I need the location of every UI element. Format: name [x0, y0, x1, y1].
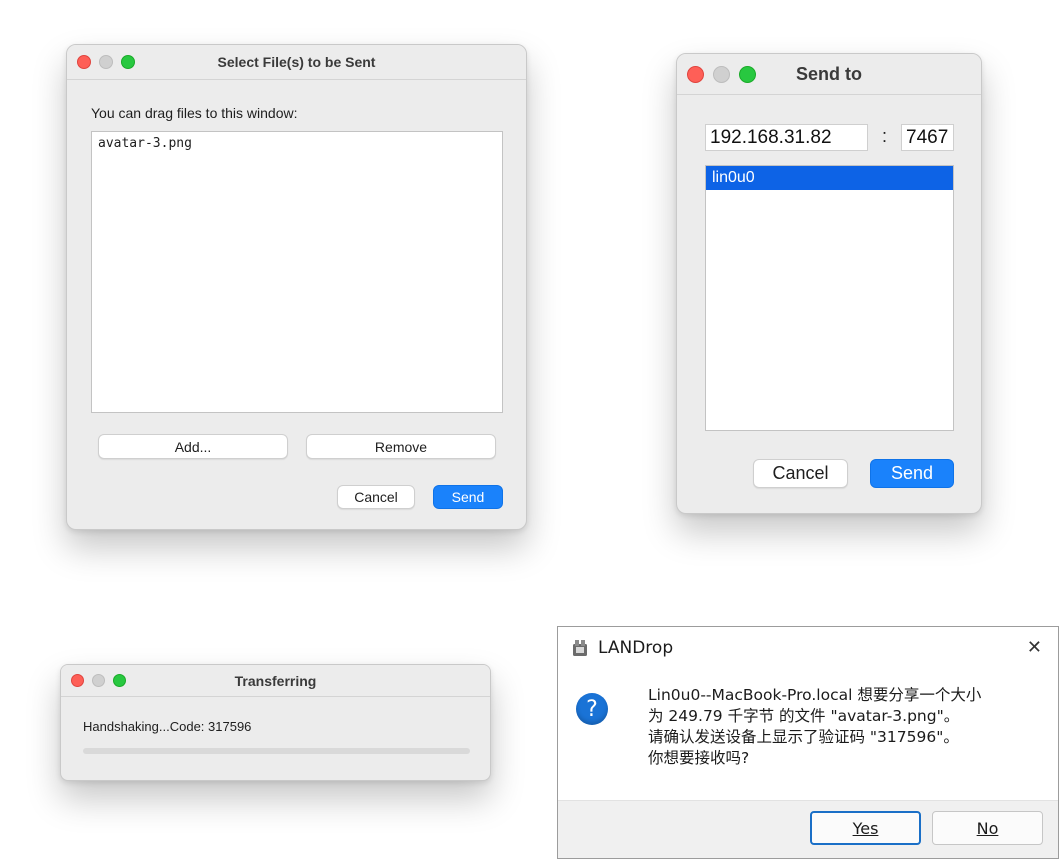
file-list[interactable]: avatar-3.png: [91, 131, 503, 413]
question-glyph: ?: [586, 696, 598, 722]
list-item[interactable]: lin0u0: [706, 166, 953, 190]
transfer-status: Handshaking...Code: 317596: [83, 719, 252, 734]
button-footer: Yes No: [558, 800, 1058, 858]
remove-button[interactable]: Remove: [306, 434, 496, 459]
ip-address-input[interactable]: 192.168.31.82: [705, 124, 868, 151]
window-title: Select File(s) to be Sent: [217, 54, 376, 70]
send-to-titlebar[interactable]: Send to: [677, 54, 981, 95]
yes-label: Yes: [852, 818, 879, 838]
port-separator: :: [882, 126, 888, 146]
select-files-titlebar[interactable]: Select File(s) to be Sent: [67, 45, 526, 80]
yes-button[interactable]: Yes: [810, 811, 921, 845]
drag-hint-label: You can drag files to this window:: [91, 105, 298, 121]
progress-bar: [83, 748, 470, 754]
question-icon: ?: [576, 693, 608, 725]
transferring-titlebar[interactable]: Transferring: [61, 665, 490, 697]
landrop-titlebar[interactable]: LANDrop ✕: [558, 627, 1058, 671]
select-files-window: Select File(s) to be Sent You can drag f…: [66, 44, 527, 530]
message-line: 为 249.79 千字节 的文件 "avatar-3.png"。: [648, 707, 960, 725]
landrop-app-icon: [573, 640, 587, 656]
send-to-window: Send to 192.168.31.82 : 7467 lin0u0 Canc…: [676, 53, 982, 514]
add-button[interactable]: Add...: [98, 434, 288, 459]
confirmation-message: Lin0u0--MacBook-Pro.local 想要分享一个大小 为 249…: [648, 685, 981, 769]
window-title: Send to: [796, 63, 862, 84]
device-list[interactable]: lin0u0: [705, 165, 954, 431]
cancel-button[interactable]: Cancel: [337, 485, 415, 509]
message-line: Lin0u0--MacBook-Pro.local 想要分享一个大小: [648, 686, 982, 704]
port-input[interactable]: 7467: [901, 124, 954, 151]
landrop-dialog: LANDrop ✕ ? Lin0u0--MacBook-Pro.local 想要…: [557, 626, 1059, 859]
transferring-window: Transferring Handshaking...Code: 317596: [60, 664, 491, 781]
send-button[interactable]: Send: [870, 459, 954, 488]
list-item[interactable]: avatar-3.png: [98, 136, 192, 151]
no-button[interactable]: No: [932, 811, 1043, 845]
cancel-button[interactable]: Cancel: [753, 459, 848, 488]
message-line: 你想要接收吗?: [648, 749, 750, 767]
close-icon[interactable]: ✕: [1027, 637, 1042, 658]
message-line: 请确认发送设备上显示了验证码 "317596"。: [648, 728, 959, 746]
no-label: No: [976, 818, 999, 838]
send-button[interactable]: Send: [433, 485, 503, 509]
window-title: Transferring: [234, 672, 317, 689]
landrop-title: LANDrop: [598, 638, 674, 658]
